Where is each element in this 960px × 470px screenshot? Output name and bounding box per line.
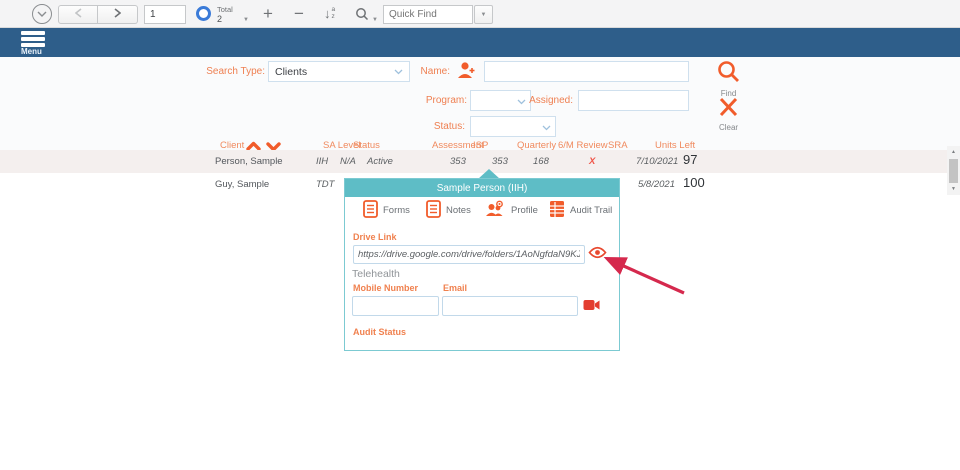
profile-button[interactable]: Profile	[485, 200, 538, 220]
status-label: Status:	[405, 121, 465, 132]
quick-find-dropdown-button[interactable]: ▼	[474, 5, 493, 24]
assigned-label: Assigned:	[510, 95, 573, 106]
grid-table-icon	[549, 200, 565, 221]
app-window: Total 2 ▼ + − ↓ az ▼ ▼ Menu Search Type:…	[0, 0, 960, 470]
program-input[interactable]	[470, 90, 513, 111]
cell-isp: 353	[492, 156, 508, 167]
popup-title: Sample Person (IIH)	[345, 179, 619, 197]
forms-label: Forms	[383, 205, 410, 216]
scrollbar-thumb[interactable]	[949, 159, 958, 183]
search-type-select[interactable]: Clients	[268, 61, 410, 82]
person-add-icon[interactable]	[455, 60, 477, 85]
video-camera-icon	[583, 299, 600, 314]
find-button[interactable]: Find	[716, 59, 741, 98]
cell-client: Person, Sample	[215, 156, 283, 167]
search-icon	[355, 8, 369, 25]
annotation-arrow	[592, 248, 696, 300]
total-count: 2	[217, 14, 233, 25]
search-button[interactable]	[355, 7, 369, 26]
cell-units-left: 100	[683, 175, 705, 190]
clear-label: Clear	[717, 123, 740, 132]
forms-button[interactable]: Forms	[363, 200, 410, 221]
menu-label: Menu	[21, 47, 45, 56]
cell-6m-review: X	[589, 156, 595, 167]
chevron-down-icon	[542, 118, 551, 136]
assigned-input[interactable]	[578, 90, 689, 111]
cell-units-left: 97	[683, 152, 697, 167]
program-label: Program:	[400, 95, 467, 106]
menu-button[interactable]: Menu	[21, 31, 45, 56]
search-type-label: Search Type:	[165, 66, 265, 77]
previous-record-button[interactable]	[58, 5, 98, 24]
mobile-number-input[interactable]	[352, 296, 439, 316]
audit-trail-label: Audit Trail	[570, 205, 612, 216]
chevron-left-icon	[75, 8, 82, 21]
people-badge-icon	[485, 200, 506, 220]
telehealth-section-label: Telehealth	[352, 268, 400, 280]
menubar	[0, 28, 960, 57]
mobile-number-label: Mobile Number	[353, 283, 418, 293]
table-row[interactable]	[0, 150, 948, 173]
total-label: Total	[217, 5, 233, 14]
profile-label: Profile	[511, 205, 538, 216]
scroll-down-icon[interactable]: ▼	[947, 184, 960, 194]
client-popup: Sample Person (IIH) Forms Notes Profile …	[344, 178, 620, 351]
email-label: Email	[443, 283, 467, 293]
drive-link-label: Drive Link	[353, 232, 397, 242]
notes-label: Notes	[446, 205, 471, 216]
cell-client: Guy, Sample	[215, 179, 269, 190]
total-dropdown-caret-icon[interactable]: ▼	[243, 17, 249, 23]
chevron-right-icon	[114, 8, 121, 21]
status-input[interactable]	[470, 116, 538, 137]
document-icon	[426, 200, 441, 221]
quick-find-input[interactable]	[383, 5, 473, 24]
page-number-input[interactable]	[144, 5, 186, 24]
drive-link-input[interactable]	[353, 245, 585, 264]
zoom-in-button[interactable]: +	[258, 3, 278, 25]
clear-x-icon	[717, 105, 740, 122]
audit-trail-button[interactable]: Audit Trail	[549, 200, 612, 221]
cell-status: Active	[367, 156, 393, 167]
hamburger-icon	[21, 31, 45, 47]
cell-program: IIH	[316, 156, 328, 167]
name-input[interactable]	[484, 61, 689, 82]
cell-assessment: 353	[450, 156, 466, 167]
status-dropdown-button[interactable]	[537, 116, 556, 137]
next-record-button[interactable]	[98, 5, 138, 24]
name-label: Name:	[390, 66, 450, 77]
collapse-toolbar-icon[interactable]	[32, 4, 52, 24]
cell-sa-level: N/A	[340, 156, 356, 167]
search-dropdown-caret-icon[interactable]: ▼	[372, 17, 378, 23]
find-magnifier-icon	[716, 71, 741, 88]
chevron-down-icon: ▼	[481, 12, 487, 18]
sort-arrow-icon: ↓	[324, 7, 331, 20]
cell-sra: 5/8/2021	[638, 179, 675, 190]
cell-program: TDT	[316, 179, 334, 190]
clear-button[interactable]: Clear	[717, 96, 740, 132]
audit-status-label: Audit Status	[353, 327, 406, 337]
search-type-value: Clients	[275, 66, 307, 78]
sort-button[interactable]: ↓ az	[324, 7, 335, 21]
total-indicator: Total 2	[217, 5, 233, 25]
sort-az-icon: az	[332, 7, 336, 21]
document-icon	[363, 200, 378, 221]
email-input[interactable]	[442, 296, 578, 316]
cell-sra: 7/10/2021	[636, 156, 678, 167]
cell-quarterly: 168	[533, 156, 549, 167]
notes-button[interactable]: Notes	[426, 200, 471, 221]
total-ring-icon	[196, 6, 211, 21]
scroll-up-icon[interactable]: ▲	[947, 147, 960, 157]
zoom-out-button[interactable]: −	[289, 3, 309, 25]
video-call-button[interactable]	[583, 299, 600, 314]
